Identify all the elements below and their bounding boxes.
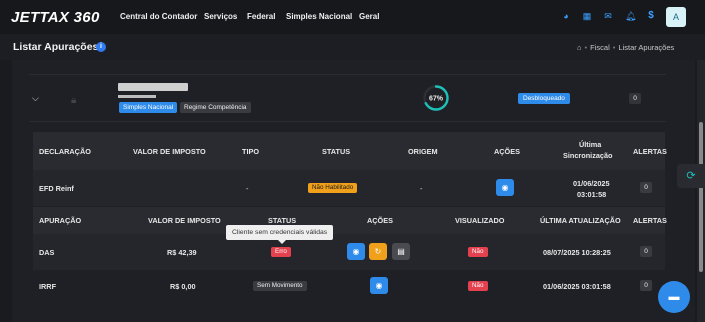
- palette-icon[interactable]: ◕: [561, 11, 571, 21]
- th-apuracao: APURAÇÃO: [39, 216, 82, 225]
- company-alerts-count: 0: [629, 93, 641, 104]
- th-origem: ORIGEM: [408, 147, 438, 156]
- th-valor-imposto-2: VALOR DE IMPOSTO: [148, 216, 221, 225]
- visualizado-badge: Não: [468, 247, 488, 257]
- view-button[interactable]: ◉: [496, 179, 514, 196]
- progress-label: 67%: [429, 96, 444, 103]
- refresh-icon: ↻: [374, 247, 382, 256]
- th-acoes-2: AÇÕES: [367, 216, 393, 225]
- th-ultima-atualizacao: ÚLTIMA ATUALIZAÇÃO: [540, 216, 621, 225]
- breadcrumb-fiscal[interactable]: Fiscal: [590, 43, 610, 52]
- chat-button[interactable]: ▬: [658, 281, 690, 313]
- declaracao-alerts-count: 0: [640, 182, 652, 193]
- nav-geral[interactable]: Geral: [359, 12, 379, 21]
- avatar[interactable]: A: [666, 7, 686, 27]
- chevron-down-icon[interactable]: ⌵: [32, 93, 41, 103]
- th-acoes: AÇÕES: [494, 147, 520, 156]
- apuracao-name: IRRF: [39, 282, 57, 291]
- breadcrumb-current: Listar Apurações: [618, 43, 675, 52]
- th-valor-imposto: VALOR DE IMPOSTO: [133, 147, 206, 156]
- nav-central-do-contador[interactable]: Central do Contador: [120, 12, 197, 21]
- home-icon[interactable]: ⌂: [577, 43, 582, 52]
- status-badge-sem-movimento: Sem Movimento: [253, 281, 307, 291]
- regime-badge-simples: Simples Nacional: [119, 102, 178, 113]
- th-status: STATUS: [322, 147, 351, 156]
- chat-icon: ▬: [668, 291, 680, 303]
- declaracao-name: EFD Reinf: [39, 184, 74, 193]
- apuracao-valor: R$ 0,00: [170, 282, 196, 291]
- sync-date: 01/06/2025: [573, 179, 610, 188]
- app-logo[interactable]: JETTAX 360: [11, 9, 100, 26]
- grid-icon[interactable]: ▦: [582, 11, 592, 21]
- nav-servicos[interactable]: Serviços: [204, 12, 237, 21]
- apuracao-alerts-count: 0: [640, 246, 652, 257]
- status-badge-erro[interactable]: Erro: [271, 247, 291, 257]
- th-sincronizacao: Sincronização: [563, 151, 613, 160]
- ultima-atualizacao: 01/06/2025 03:01:58: [543, 282, 611, 291]
- bell-icon[interactable]: 🔔︎: [625, 11, 636, 21]
- eye-icon: ◉: [352, 247, 360, 256]
- lock-icon: 🔒︎: [71, 95, 77, 106]
- th-status-2: STATUS: [268, 216, 297, 225]
- dollar-icon[interactable]: $: [646, 11, 656, 21]
- eye-icon: ◉: [501, 183, 509, 192]
- nav-federal[interactable]: Federal: [247, 12, 275, 21]
- progress-ring: 67%: [422, 84, 450, 112]
- apuracao-valor: R$ 42,39: [167, 248, 197, 257]
- nav-simples-nacional[interactable]: Simples Nacional: [286, 12, 352, 21]
- status-badge-nao-habilitado: Não Habilitado: [308, 183, 358, 193]
- th-ultima: Última: [579, 140, 602, 149]
- sync-side-button[interactable]: ⟳: [677, 164, 705, 188]
- mail-icon[interactable]: ✉: [603, 11, 613, 21]
- th-alertas: ALERTAS: [633, 147, 667, 156]
- document-icon: ▤: [397, 247, 405, 256]
- th-tipo: TIPO: [242, 147, 260, 156]
- company-name-redacted: [118, 83, 188, 91]
- view-button[interactable]: ◉: [370, 277, 388, 294]
- declaracao-tipo: -: [246, 184, 249, 193]
- refresh-button[interactable]: ↻: [369, 243, 387, 260]
- info-icon[interactable]: i: [96, 42, 106, 52]
- eye-icon: ◉: [375, 281, 383, 290]
- sync-time: 03:01:58: [577, 190, 607, 199]
- breadcrumb: ⌂ • Fiscal • Listar Apurações: [577, 43, 675, 52]
- top-navbar: [0, 0, 705, 34]
- download-button[interactable]: ▤: [392, 243, 410, 260]
- view-button[interactable]: ◉: [347, 243, 365, 260]
- th-alertas-2: ALERTAS: [633, 216, 667, 225]
- tooltip: Cliente sem credenciais válidas: [226, 225, 334, 244]
- page-title: Listar Apurações: [13, 41, 99, 53]
- regime-badge-competencia: Regime Competência: [180, 102, 251, 113]
- company-id-redacted: [118, 95, 156, 98]
- apuracao-name: DAS: [39, 248, 55, 257]
- company-card: [29, 74, 666, 122]
- ultima-atualizacao: 08/07/2025 10:28:25: [543, 248, 611, 257]
- sync-icon: ⟳: [686, 170, 696, 182]
- status-badge-desbloqueado: Desbloqueado: [518, 93, 570, 104]
- scrollbar-thumb[interactable]: [699, 122, 703, 272]
- declaracao-origem: -: [420, 184, 423, 193]
- apuracao-alerts-count: 0: [640, 280, 652, 291]
- visualizado-badge: Não: [468, 281, 488, 291]
- th-visualizado: VISUALIZADO: [455, 216, 505, 225]
- th-declaracao: DECLARAÇÃO: [39, 147, 91, 156]
